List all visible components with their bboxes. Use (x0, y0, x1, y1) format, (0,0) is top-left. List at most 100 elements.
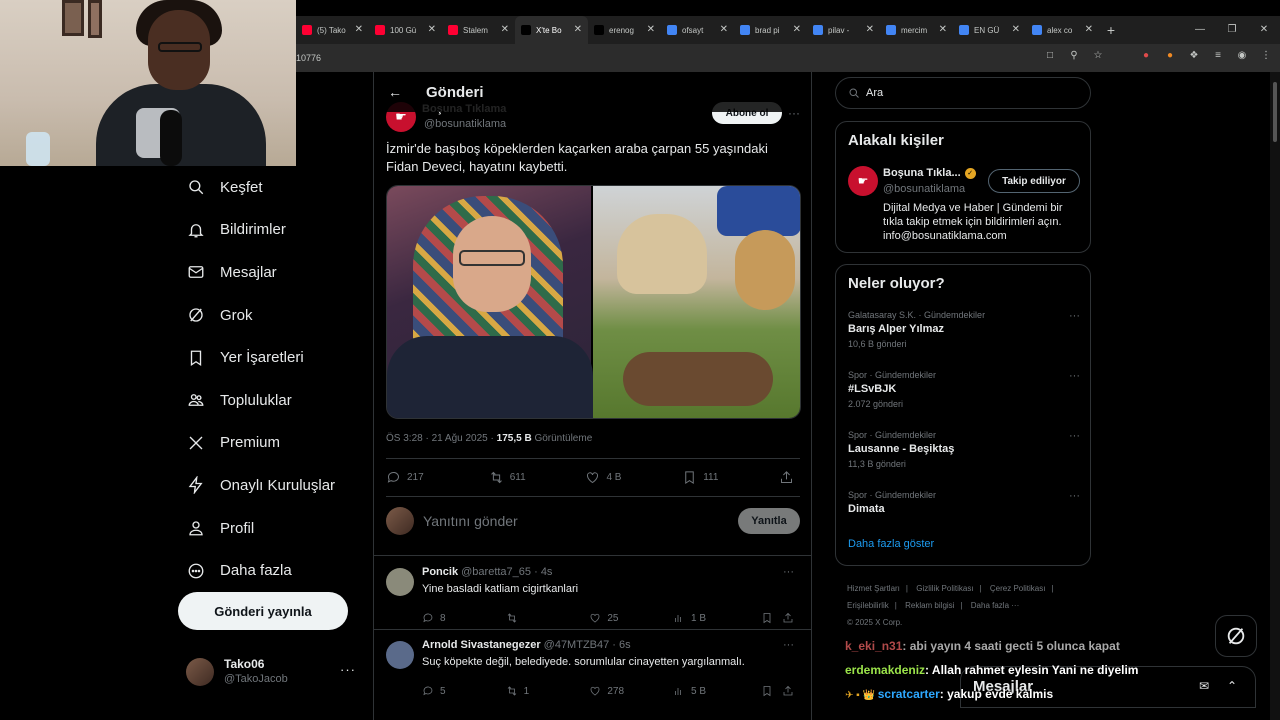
tab-close-icon[interactable]: ✕ (428, 24, 436, 35)
browser-tab[interactable]: (5) Tako ✕ (296, 16, 369, 44)
sidebar-item-premium[interactable]: Premium (176, 422, 372, 465)
browser-tab[interactable]: X'te Bo ✕ (515, 16, 588, 44)
trend-more-icon[interactable]: ··· (1069, 310, 1080, 322)
share-action[interactable] (782, 685, 800, 697)
list-item[interactable]: Arnold Sivastanegezer @47MTZB47 · 6s ···… (386, 639, 800, 707)
browser-tab[interactable]: ofsayt ✕ (661, 16, 734, 44)
reading-list-icon[interactable]: ≡ (1212, 50, 1224, 61)
related-name[interactable]: Boşuna Tıkla... (883, 167, 961, 179)
extension-orange-icon[interactable]: ● (1164, 50, 1176, 61)
show-more-link[interactable]: Daha fazla göster (848, 538, 934, 550)
reply-author-handle[interactable]: @47MTZB47 (544, 639, 610, 651)
related-name-row[interactable]: Boşuna Tıkla... ✓ (883, 167, 976, 179)
close-window-icon[interactable]: ✕ (1248, 16, 1280, 44)
sidebar-item-grok[interactable]: Grok (176, 294, 372, 337)
tab-close-icon[interactable]: ✕ (647, 24, 655, 35)
post-time[interactable]: ÖS 3:28 · 21 Ağu 2025 · (386, 433, 497, 444)
search-input[interactable] (866, 87, 1076, 99)
reply-more-icon[interactable]: ··· (783, 566, 794, 578)
author-handle[interactable]: @bosunatiklama (424, 118, 506, 130)
sidebar-item-notifications[interactable]: Bildirimler (176, 209, 372, 252)
install-app-icon[interactable]: □ (1044, 50, 1056, 61)
share-action[interactable] (782, 612, 800, 624)
tab-close-icon[interactable]: ✕ (1085, 24, 1093, 35)
photo-dogs[interactable] (593, 186, 800, 418)
reply-author-name[interactable]: Poncik (422, 566, 458, 578)
browser-tab[interactable]: Stalem ✕ (442, 16, 515, 44)
repost-action[interactable]: 611 (489, 470, 586, 485)
tab-close-icon[interactable]: ✕ (939, 24, 947, 35)
browser-tab[interactable]: 100 Gü ✕ (369, 16, 442, 44)
minimize-icon[interactable]: — (1184, 16, 1216, 44)
avatar[interactable] (386, 568, 414, 596)
sidebar-item-verified-orgs[interactable]: Onaylı Kuruluşlar (176, 464, 372, 507)
expand-up-icon[interactable]: ⌃ (1227, 679, 1237, 693)
zoom-icon[interactable]: ⚲ (1068, 50, 1080, 61)
bookmark-action[interactable] (761, 685, 782, 697)
bookmark-action[interactable]: 111 (682, 470, 779, 485)
trend-more-icon[interactable]: ··· (1069, 430, 1080, 442)
bookmark-star-icon[interactable]: ☆ (1092, 50, 1104, 61)
trend-more-icon[interactable]: ··· (1069, 490, 1080, 502)
sidebar-item-more[interactable]: Daha fazla (176, 549, 372, 592)
photo-woman[interactable] (387, 186, 593, 418)
reply-action[interactable]: 217 (386, 470, 489, 485)
views-action[interactable]: 5 B (673, 685, 761, 697)
post-media[interactable] (386, 185, 801, 419)
trend-more-icon[interactable]: ··· (1069, 370, 1080, 382)
footer-link-more[interactable]: Daha fazla ··· (971, 601, 1019, 610)
like-action[interactable]: 25 (589, 612, 673, 624)
extensions-puzzle-icon[interactable]: ❖ (1188, 50, 1200, 61)
like-action[interactable]: 278 (589, 685, 673, 697)
reply-action[interactable]: 5 (422, 685, 506, 697)
sidebar-item-profile[interactable]: Profil (176, 507, 372, 550)
footer-link-ads[interactable]: Reklam bilgisi (905, 601, 954, 610)
following-button[interactable]: Takip ediliyor (988, 169, 1080, 193)
account-more-icon[interactable]: ··· (340, 662, 356, 677)
related-handle[interactable]: @bosunatiklama (883, 183, 965, 195)
post-button[interactable]: Gönderi yayınla (178, 592, 348, 630)
back-arrow-icon[interactable]: ← (388, 84, 402, 100)
browser-menu-icon[interactable]: ⋮ (1260, 50, 1272, 61)
browser-tab[interactable]: pilav - ✕ (807, 16, 880, 44)
grok-floating-button[interactable] (1215, 615, 1257, 657)
sidebar-item-bookmarks[interactable]: Yer İşaretleri (176, 336, 372, 379)
trend-item[interactable]: Spor · Gündemdekiler #LSvBJK 2.072 gönde… (848, 370, 1080, 409)
tab-close-icon[interactable]: ✕ (1012, 24, 1020, 35)
reply-action[interactable]: 8 (422, 612, 506, 624)
share-action[interactable] (779, 470, 800, 485)
browser-tab[interactable]: mercim ✕ (880, 16, 953, 44)
tab-close-icon[interactable]: ✕ (866, 24, 874, 35)
search-box[interactable] (835, 77, 1091, 109)
trend-item[interactable]: Galatasaray S.K. · Gündemdekiler Barış A… (848, 310, 1080, 349)
browser-tab[interactable]: alex co ✕ (1026, 16, 1099, 44)
account-switcher[interactable]: Tako06 @TakoJacob ··· (186, 656, 366, 688)
reply-input[interactable]: Yanıtını gönder (423, 513, 738, 529)
new-message-icon[interactable]: ✉ (1199, 679, 1209, 693)
tab-close-icon[interactable]: ✕ (501, 24, 509, 35)
related-avatar[interactable]: ☛ (848, 166, 878, 196)
footer-link-terms[interactable]: Hizmet Şartları (847, 584, 900, 593)
footer-link-privacy[interactable]: Gizlilik Politikası (916, 584, 973, 593)
tab-close-icon[interactable]: ✕ (720, 24, 728, 35)
footer-link-accessibility[interactable]: Erişilebilirlik (847, 601, 889, 610)
views-action[interactable]: 1 B (673, 612, 761, 624)
avatar[interactable] (386, 641, 414, 669)
address-bar[interactable]: 10776 □ ⚲ ☆ ● ● ❖ ≡ ◉ ⋮ (296, 44, 1280, 72)
trend-item[interactable]: Spor · Gündemdekiler Dimata ··· (848, 490, 1080, 515)
restore-icon[interactable]: ❐ (1216, 16, 1248, 44)
reply-author-handle[interactable]: @baretta7_65 (461, 566, 531, 578)
reply-author-name[interactable]: Arnold Sivastanegezer (422, 639, 541, 651)
browser-tab[interactable]: erenog ✕ (588, 16, 661, 44)
tab-close-icon[interactable]: ✕ (574, 24, 582, 35)
sidebar-item-communities[interactable]: Topluluklar (176, 379, 372, 422)
browser-tab[interactable]: EN GÜ ✕ (953, 16, 1026, 44)
tab-close-icon[interactable]: ✕ (793, 24, 801, 35)
repost-action[interactable]: 1 (506, 685, 590, 697)
sidebar-item-messages[interactable]: Mesajlar (176, 251, 372, 294)
repost-action[interactable] (506, 612, 590, 624)
footer-link-cookies[interactable]: Çerez Politikası (990, 584, 1046, 593)
sidebar-item-explore[interactable]: Keşfet (176, 166, 372, 209)
new-tab-button[interactable]: + (1099, 22, 1123, 38)
extension-red-icon[interactable]: ● (1140, 50, 1152, 61)
